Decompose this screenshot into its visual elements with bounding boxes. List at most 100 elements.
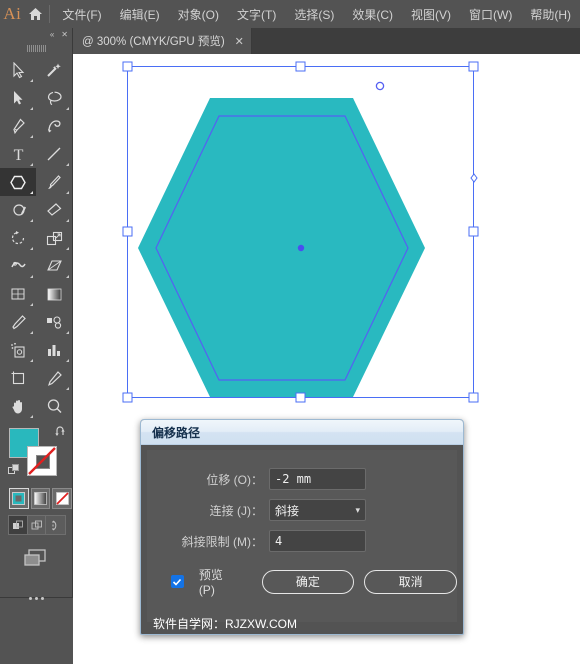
tool-zoom[interactable]	[36, 392, 72, 420]
tool-options-corner-icon	[30, 79, 33, 82]
dialog-footer: 软件自学网：RJZXW.COM	[147, 613, 457, 633]
cancel-button[interactable]: 取消	[364, 569, 457, 594]
tool-width[interactable]	[0, 252, 36, 280]
menu-item-file[interactable]: 文件(F)	[53, 2, 110, 27]
tool-options-corner-icon	[30, 135, 33, 138]
none-mode-button[interactable]	[52, 488, 73, 509]
tool-paintbrush[interactable]	[36, 168, 72, 196]
tool-type[interactable]: T	[0, 140, 36, 168]
home-icon[interactable]	[25, 0, 47, 28]
tool-shape-builder[interactable]	[0, 280, 36, 308]
offset-row: 位移 (O)： -2 mm	[147, 468, 457, 490]
joins-select[interactable]: 斜接 ▾	[269, 499, 366, 521]
tool-artboard[interactable]	[0, 364, 36, 392]
tool-symbol-sprayer[interactable]	[0, 336, 36, 364]
paint-mode-row	[0, 486, 73, 509]
selection-handle[interactable]	[295, 392, 306, 403]
screen-mode-button[interactable]	[0, 541, 72, 575]
tools-panel-header[interactable]: « ✕	[0, 28, 72, 42]
tool-options-corner-icon	[66, 163, 69, 166]
tool-scale[interactable]	[36, 224, 72, 252]
document-tab[interactable]: @ 300% (CMYK/GPU 预览) ✕	[73, 28, 252, 54]
tool-options-corner-icon	[66, 191, 69, 194]
close-icon[interactable]: ✕	[61, 31, 68, 39]
tool-eraser[interactable]	[36, 196, 72, 224]
menu-item-help[interactable]: 帮助(H)	[521, 2, 580, 27]
more-tools-button[interactable]	[0, 585, 72, 611]
corner-radius-widget-icon[interactable]	[375, 81, 385, 91]
none-slash-icon	[28, 447, 56, 475]
hexagon-shape[interactable]	[138, 98, 425, 397]
drawing-mode-row	[8, 515, 66, 535]
selection-handle[interactable]	[468, 226, 479, 237]
tool-pen[interactable]	[0, 112, 36, 140]
tool-magic-wand[interactable]	[36, 56, 72, 84]
close-icon[interactable]: ✕	[235, 35, 244, 48]
tool-polygon-shape[interactable]	[0, 168, 36, 196]
miter-limit-label: 斜接限制 (M)：	[181, 534, 263, 549]
tool-direct-selection[interactable]	[0, 84, 36, 112]
menu-item-type[interactable]: 文字(T)	[228, 2, 285, 27]
draw-inside-button[interactable]	[46, 516, 65, 534]
selection-handle[interactable]	[122, 61, 133, 72]
selection-handle[interactable]	[468, 392, 479, 403]
tool-column-graph[interactable]	[36, 336, 72, 364]
tool-shaper-pencil[interactable]	[0, 196, 36, 224]
tool-selection[interactable]	[0, 56, 36, 84]
tools-grid: T	[0, 54, 72, 420]
joins-label: 连接 (J)：	[209, 503, 263, 518]
menu-item-effect[interactable]: 效果(C)	[343, 2, 402, 27]
menu-bar: Ai 文件(F) 编辑(E) 对象(O) 文字(T) 选择(S) 效果(C) 视…	[0, 0, 580, 28]
menu-item-select[interactable]: 选择(S)	[285, 2, 343, 27]
tool-options-corner-icon	[66, 107, 69, 110]
tool-curvature[interactable]	[36, 112, 72, 140]
drag-grip[interactable]	[0, 42, 72, 54]
draw-normal-button[interactable]	[9, 516, 28, 534]
tool-blend[interactable]	[36, 308, 72, 336]
dialog-body: 位移 (O)： -2 mm 连接 (J)： 斜接 ▾ 斜接限制 (M)： 4 预…	[147, 450, 457, 622]
tool-hand[interactable]	[0, 392, 36, 420]
tools-panel: « ✕ T	[0, 28, 73, 600]
miter-limit-row: 斜接限制 (M)： 4	[147, 530, 457, 552]
default-fill-stroke-icon[interactable]	[8, 464, 21, 482]
rotate-handle-icon[interactable]	[470, 173, 478, 183]
watermark-text: 软件自学网：RJZXW.COM	[153, 616, 297, 631]
selection-handle[interactable]	[122, 226, 133, 237]
menu-item-edit[interactable]: 编辑(E)	[111, 2, 169, 27]
tool-lasso[interactable]	[36, 84, 72, 112]
ok-button[interactable]: 确定	[261, 569, 355, 594]
tool-gradient[interactable]	[36, 280, 72, 308]
menu-item-window[interactable]: 窗口(W)	[460, 2, 521, 27]
joins-row: 连接 (J)： 斜接 ▾	[147, 499, 457, 521]
color-mode-button[interactable]	[9, 488, 29, 509]
document-tab-bar: @ 300% (CMYK/GPU 预览) ✕	[0, 28, 580, 54]
menu-item-object[interactable]: 对象(O)	[169, 2, 228, 27]
dialog-title: 偏移路径	[152, 425, 201, 440]
tool-options-corner-icon	[30, 219, 33, 222]
draw-behind-button[interactable]	[27, 516, 47, 534]
gradient-mode-button[interactable]	[30, 488, 51, 509]
selection-handle[interactable]	[295, 61, 306, 72]
offset-input[interactable]: -2 mm	[269, 468, 366, 490]
checkmark-icon	[173, 578, 182, 586]
tool-options-corner-icon	[66, 359, 69, 362]
collapse-icon[interactable]: «	[50, 31, 54, 39]
tool-rotate[interactable]	[0, 224, 36, 252]
selection-handle[interactable]	[122, 392, 133, 403]
tool-options-corner-icon	[66, 387, 69, 390]
tool-free-transform[interactable]	[36, 252, 72, 280]
miter-limit-input[interactable]: 4	[269, 530, 366, 552]
document-tab-label: @ 300% (CMYK/GPU 预览)	[82, 36, 225, 48]
selection-handle[interactable]	[468, 61, 479, 72]
menu-item-view[interactable]: 视图(V)	[402, 2, 460, 27]
stroke-swatch[interactable]	[27, 446, 57, 476]
dialog-titlebar[interactable]: 偏移路径	[141, 420, 463, 445]
tool-options-corner-icon	[66, 331, 69, 334]
preview-checkbox[interactable]	[171, 575, 184, 588]
swap-fill-stroke-icon[interactable]	[55, 426, 68, 444]
chevron-down-icon: ▾	[355, 504, 360, 515]
tool-options-corner-icon	[30, 415, 33, 418]
tool-line-segment[interactable]	[36, 140, 72, 168]
tool-eyedropper[interactable]	[0, 308, 36, 336]
tool-slice[interactable]	[36, 364, 72, 392]
